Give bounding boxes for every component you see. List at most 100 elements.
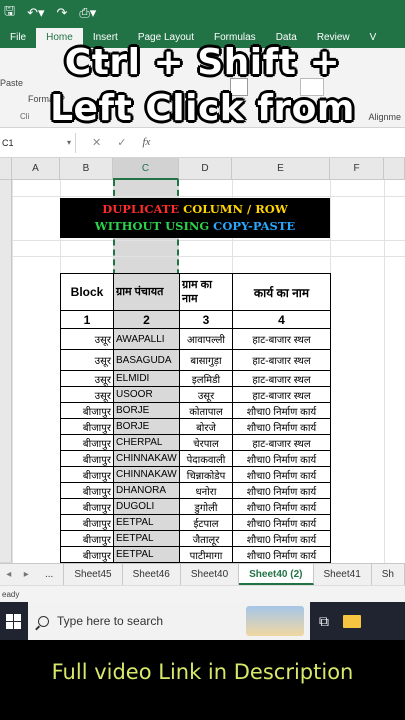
undo-icon[interactable]: ↶▾ [27,6,44,21]
table-cell[interactable]: बासागुड़ा [179,349,233,371]
column-header-b[interactable]: B [60,158,113,180]
table-cell[interactable]: BASAGUDA [113,349,180,371]
sheet-tab-sheet46[interactable]: Sheet46 [123,564,181,585]
table-cell[interactable]: बीजापुर [60,482,114,499]
table-cell[interactable]: हाट-बाजार स्थल [232,386,331,403]
table-cell[interactable]: 4 [232,310,331,329]
table-cell[interactable]: डुगोली [179,498,233,515]
table-cell[interactable]: उसूर [60,386,114,403]
column-header-c[interactable]: C [113,158,179,180]
table-cell[interactable]: बीजापुर [60,530,114,547]
table-cell[interactable]: धनोरा [179,482,233,499]
sheet-tab-sheet40-2[interactable]: Sheet40 (2) [239,564,314,585]
table-cell[interactable]: शौचा0 निर्माण कार्य [232,418,331,435]
table-row: बीजापुर CHERPAL चेरपाल हाट-बाजार स्थल [60,434,331,451]
column-header-a[interactable]: A [12,158,60,180]
worksheet[interactable]: A B C D E F DUPLICATE COLUMN / ROW WITHO… [0,158,405,563]
insert-function-icon[interactable]: fx [142,136,150,149]
header-work-name[interactable]: कार्य का नाम [232,273,331,311]
enter-icon[interactable]: ✓ [117,136,126,149]
table-cell[interactable]: शौचा0 निर्माण कार्य [232,466,331,483]
table-cell[interactable]: शौचा0 निर्माण कार्य [232,530,331,547]
start-button[interactable] [0,602,26,640]
table-cell[interactable]: बीजापुर [60,450,114,467]
table-cell[interactable]: शौचा0 निर्माण कार्य [232,402,331,419]
table-cell[interactable]: उसूर [60,328,114,350]
table-cell[interactable]: बीजापुर [60,514,114,531]
table-cell[interactable]: शौचा0 निर्माण कार्य [232,498,331,515]
table-cell[interactable]: CHERPAL [113,434,180,451]
table-cell[interactable]: चेरपाल [179,434,233,451]
column-header-e[interactable]: E [232,158,330,180]
table-cell[interactable]: कोतापाल [179,402,233,419]
column-header-g[interactable] [384,158,405,180]
table-cell[interactable]: शौचा0 निर्माण कार्य [232,482,331,499]
table-cell[interactable]: उसूर [60,370,114,387]
table-cell[interactable]: बीजापुर [60,466,114,483]
search-highlight-image [246,606,304,636]
header-gram-name[interactable]: ग्राम का नाम [179,273,233,311]
table-cell[interactable]: बीजापुर [60,434,114,451]
table-cell[interactable]: 3 [179,310,233,329]
column-header-d[interactable]: D [179,158,232,180]
table-cell[interactable]: EETPAL [113,530,180,547]
table-cell[interactable]: हाट-बाजार स्थल [232,328,331,350]
table-cell[interactable]: चिन्नाकोडेप [179,466,233,483]
table-cell[interactable]: इलमिडी [179,370,233,387]
table-cell[interactable]: 1 [60,310,114,329]
table-cell[interactable]: EETPAL [113,514,180,531]
table-cell[interactable]: शौचा0 निर्माण कार्य [232,546,331,563]
sheet-tab-sh[interactable]: Sh [372,564,405,585]
table-cell[interactable]: बीजापुर [60,498,114,515]
table-cell[interactable]: शौचा0 निर्माण कार्य [232,450,331,467]
table-cell[interactable]: हाट-बाजार स्थल [232,370,331,387]
column-header-f[interactable]: F [330,158,384,180]
table-cell[interactable]: बोरजे [179,418,233,435]
header-gram-panchayat[interactable]: ग्राम पंचायत [113,273,180,311]
table-cell[interactable]: BORJE [113,402,180,419]
table-row: उसूर ELMIDI इलमिडी हाट-बाजार स्थल [60,370,331,387]
table-cell[interactable]: आवापल्ली [179,328,233,350]
table-cell[interactable]: DHANORA [113,482,180,499]
table-cell[interactable]: DUGOLI [113,498,180,515]
table-cell[interactable]: बीजापुर [60,546,114,563]
table-cell[interactable]: हाट-बाजार स्थल [232,349,331,371]
task-view-icon[interactable]: ⧉ [310,602,338,640]
scroll-left-icon[interactable]: ◂ [0,564,18,585]
file-explorer-icon[interactable] [338,602,366,640]
redo-icon[interactable]: ↷ [57,6,68,21]
table-cell[interactable]: जैतालूर [179,530,233,547]
table-cell[interactable]: AWAPALLI [113,328,180,350]
taskbar-search[interactable]: Type here to search [28,602,310,640]
print-preview-icon[interactable]: ⎙▾ [79,6,96,21]
name-box[interactable]: C1 ▾ [0,132,76,153]
table-cell[interactable]: ईटपाल [179,514,233,531]
table-cell[interactable]: पेदाकवाली [179,450,233,467]
row-headers[interactable] [0,180,12,563]
table-cell[interactable]: उसूर [60,349,114,371]
scroll-right-icon[interactable]: ▸ [18,564,36,585]
table-cell[interactable]: उसूर [179,386,233,403]
table-cell[interactable]: पाटीमागा [179,546,233,563]
save-icon[interactable]: 🖫 [4,2,15,24]
sheet-tab-sheet41[interactable]: Sheet41 [314,564,372,585]
table-cell[interactable]: 2 [113,310,180,329]
formula-bar: C1 ▾ ✕ ✓ fx [0,128,405,158]
sheet-tab-sheet45[interactable]: Sheet45 [64,564,123,585]
table-cell[interactable]: USOOR [113,386,180,403]
table-cell[interactable]: ELMIDI [113,370,180,387]
cancel-icon[interactable]: ✕ [92,136,101,149]
table-cell[interactable]: CHINNAKAW [113,466,180,483]
chevron-down-icon[interactable]: ▾ [67,133,71,153]
table-cell[interactable]: बीजापुर [60,402,114,419]
table-cell[interactable]: BORJE [113,418,180,435]
select-all-corner[interactable] [0,158,12,180]
sheet-tab-more[interactable]: ... [35,564,65,585]
header-block[interactable]: Block [60,273,114,311]
table-cell[interactable]: हाट-बाजार स्थल [232,434,331,451]
table-cell[interactable]: शौचा0 निर्माण कार्य [232,514,331,531]
table-cell[interactable]: CHINNAKAW [113,450,180,467]
table-cell[interactable]: बीजापुर [60,418,114,435]
sheet-tab-sheet40[interactable]: Sheet40 [181,564,240,585]
table-cell[interactable]: EETPAL [113,546,180,563]
